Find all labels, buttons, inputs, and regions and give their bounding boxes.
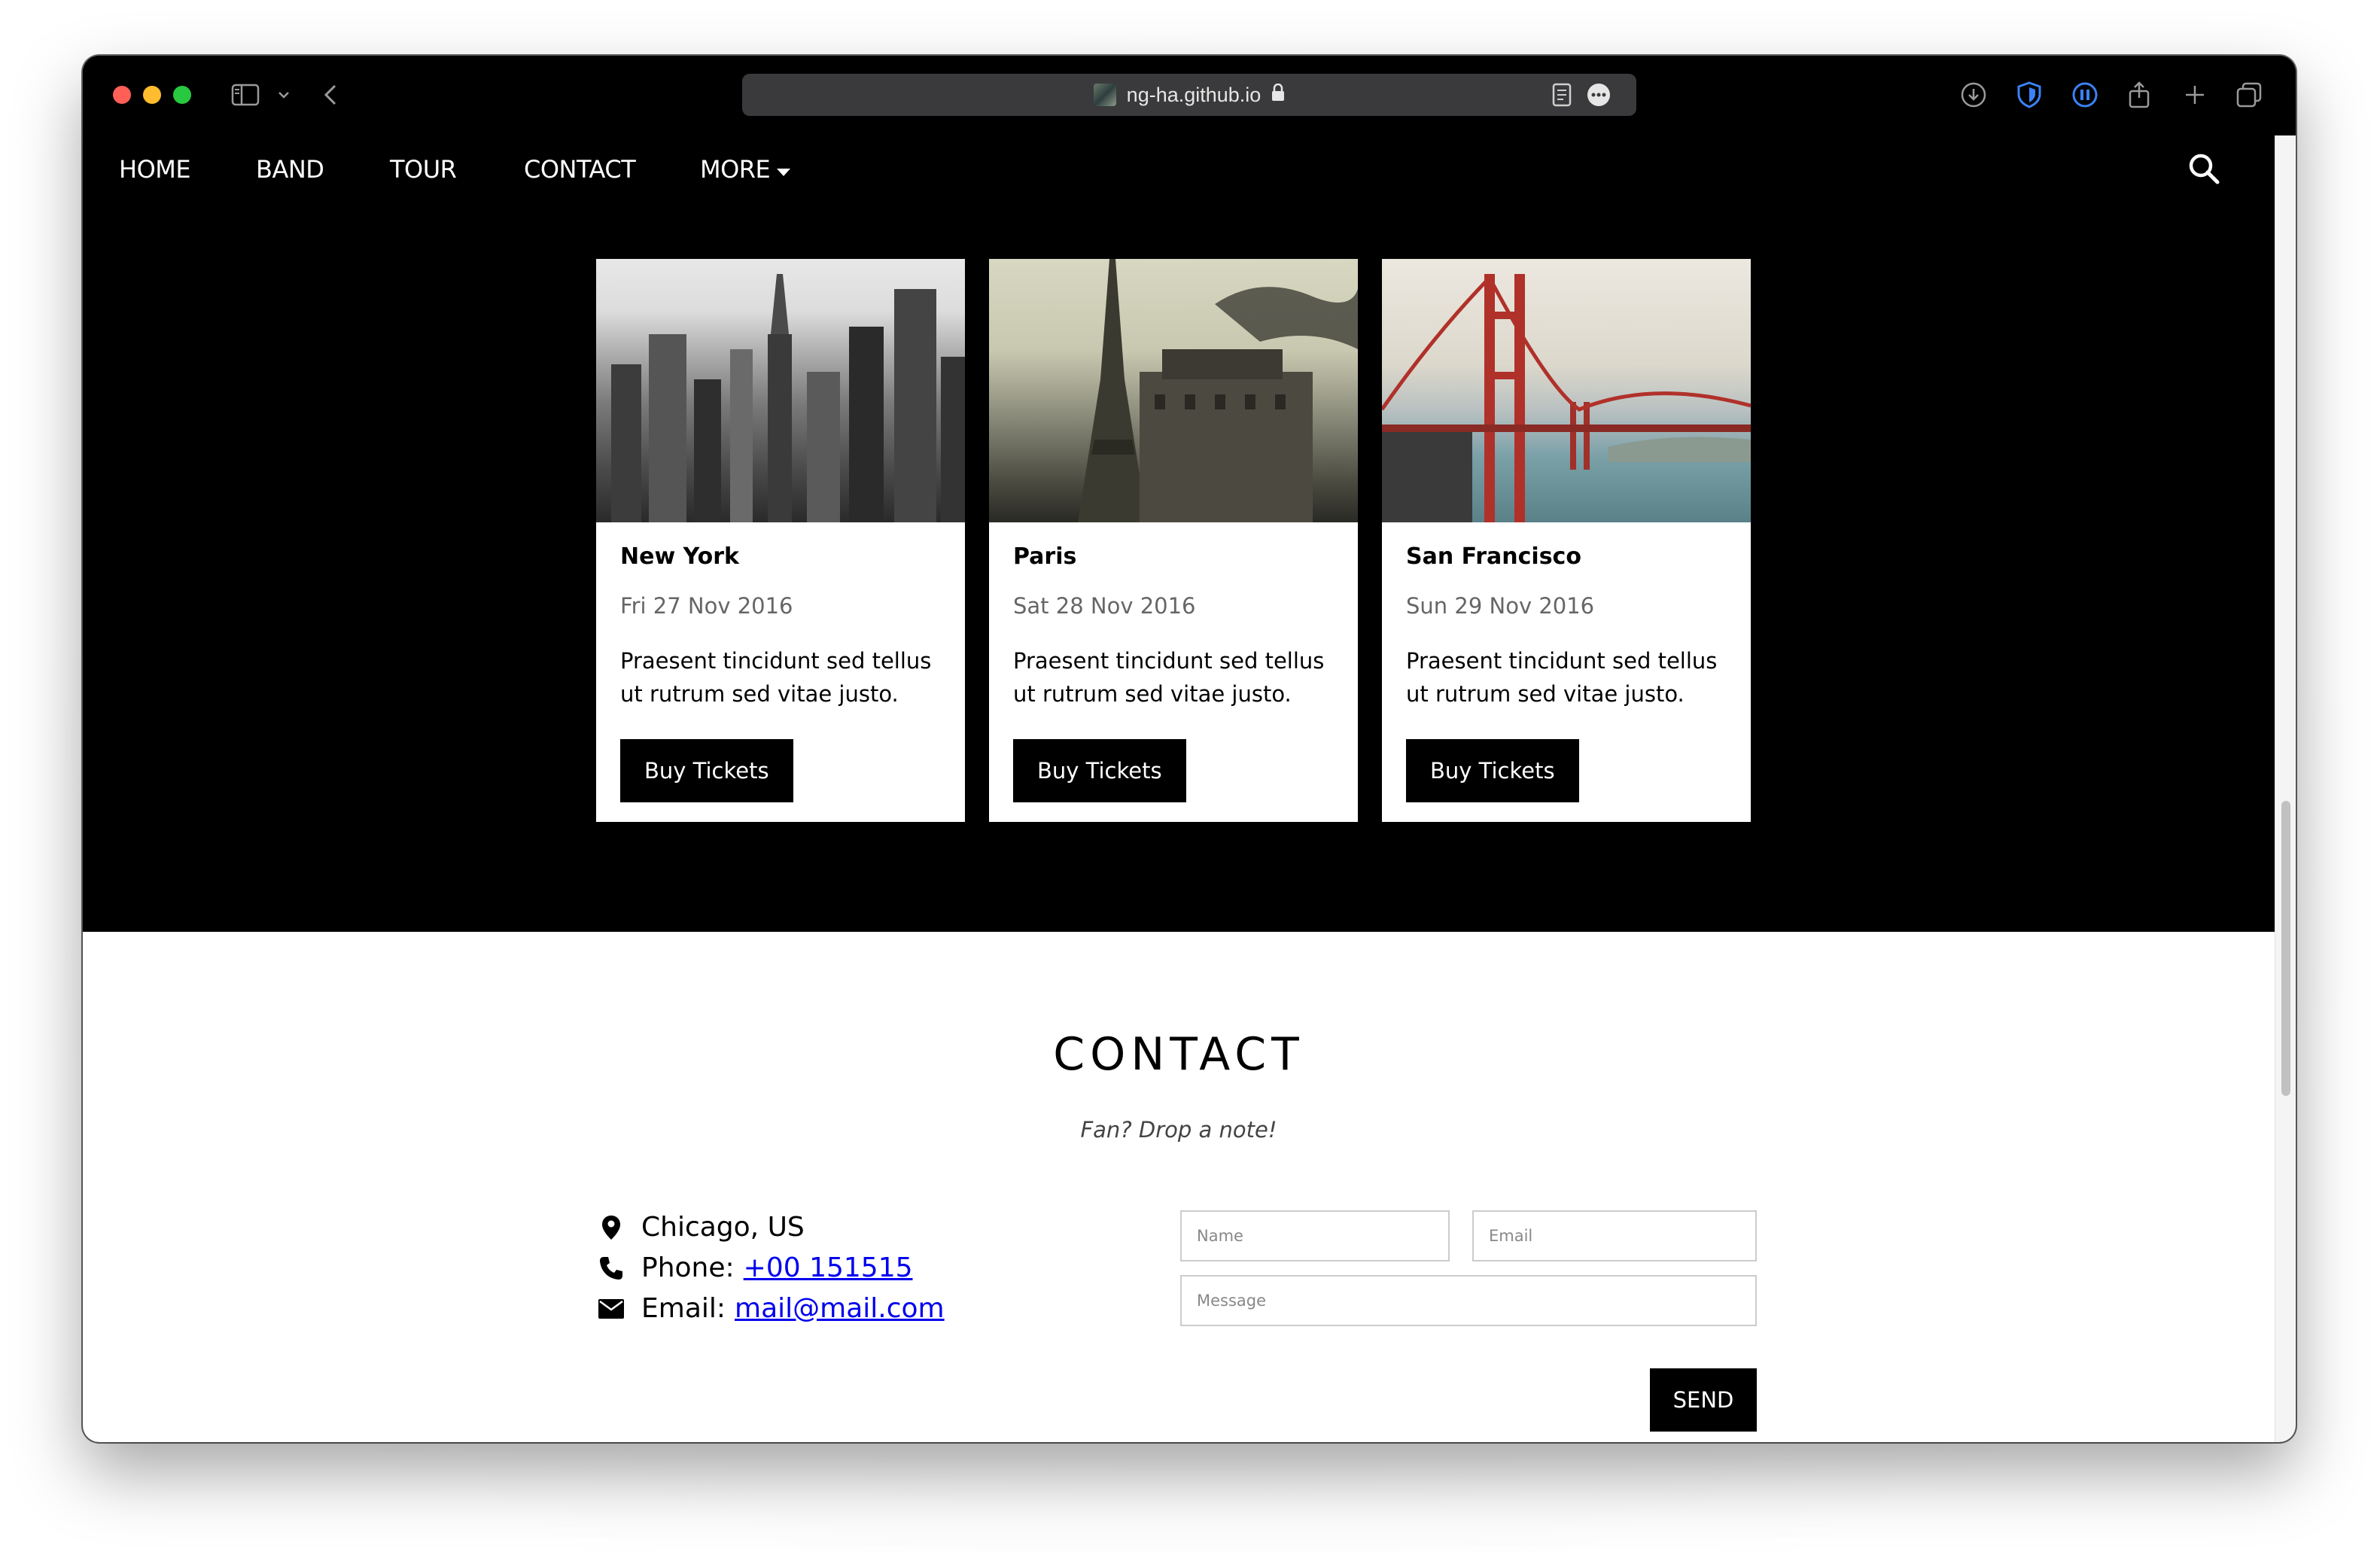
contact-section: CONTACT Fan? Drop a note! Chicago, US Ph… (83, 932, 2275, 1442)
card-description: Praesent tincidunt sed tellus ut rutrum … (620, 648, 932, 707)
nav-more-dropdown[interactable]: MORE (700, 155, 791, 184)
tour-card-new-york: New York Fri 27 Nov 2016 Praesent tincid… (596, 259, 965, 822)
card-description: Praesent tincidunt sed tellus ut rutrum … (1406, 648, 1718, 707)
address-url: ng-ha.github.io (1126, 83, 1262, 106)
buy-tickets-button[interactable]: Buy Tickets (1013, 739, 1186, 802)
card-description: Praesent tincidunt sed tellus ut rutrum … (1013, 648, 1325, 707)
tour-card-paris: Paris Sat 28 Nov 2016 Praesent tincidunt… (989, 259, 1358, 822)
message-field[interactable]: Message (1180, 1275, 1757, 1326)
nav-more-label: MORE (700, 155, 771, 184)
email-row: Email: mail@mail.com (596, 1293, 945, 1324)
buy-tickets-button[interactable]: Buy Tickets (620, 739, 793, 802)
browser-toolbar: ng-ha.github.io (83, 56, 2296, 135)
nav-contact[interactable]: CONTACT (524, 155, 636, 184)
shield-extension-icon[interactable] (2014, 78, 2044, 111)
share-icon[interactable] (2124, 78, 2154, 111)
scrollbar-thumb[interactable] (2281, 801, 2290, 1096)
more-options-icon[interactable] (1587, 83, 1611, 107)
send-button[interactable]: SEND (1650, 1368, 1757, 1432)
sidebar-toggle-icon[interactable] (229, 78, 262, 111)
phone-link[interactable]: +00 151515 (744, 1252, 913, 1283)
location-text: Chicago, US (641, 1212, 805, 1243)
new-tab-icon[interactable] (2180, 78, 2210, 111)
close-window-button[interactable] (113, 86, 131, 104)
site-navbar: HOME BAND TOUR CONTACT MORE (83, 135, 2275, 206)
phone-label: Phone: (641, 1252, 735, 1283)
downloads-icon[interactable] (1958, 78, 1989, 111)
reader-mode-icon[interactable] (1552, 83, 1572, 107)
card-date: Sun 29 Nov 2016 (1406, 593, 1595, 619)
name-field[interactable]: Name (1180, 1210, 1450, 1261)
address-bar[interactable]: ng-ha.github.io (742, 74, 1636, 116)
card-date: Fri 27 Nov 2016 (620, 593, 793, 619)
tab-overview-icon[interactable] (2234, 78, 2264, 111)
san-francisco-photo (1382, 259, 1751, 522)
card-city: San Francisco (1406, 543, 1581, 570)
location-row: Chicago, US (596, 1212, 805, 1243)
site-favicon-icon (1093, 84, 1116, 106)
minimize-window-button[interactable] (143, 86, 161, 104)
paris-photo (989, 259, 1358, 522)
lock-icon (1271, 83, 1285, 107)
nav-band[interactable]: BAND (256, 155, 324, 184)
browser-window: ng-ha.github.io New York Fri 27 Nov 2016… (83, 56, 2296, 1442)
page-content: New York Fri 27 Nov 2016 Praesent tincid… (83, 135, 2275, 1442)
tour-section: New York Fri 27 Nov 2016 Praesent tincid… (83, 135, 2275, 932)
email-label: Email: (641, 1293, 726, 1324)
contact-title: CONTACT (1053, 1028, 1304, 1081)
map-marker-icon (596, 1215, 626, 1240)
page-scrollbar[interactable] (2275, 135, 2296, 1442)
new-york-photo (596, 259, 965, 522)
email-field[interactable]: Email (1472, 1210, 1757, 1261)
contact-subtitle: Fan? Drop a note! (1080, 1117, 1277, 1143)
back-icon[interactable] (319, 78, 342, 111)
search-icon[interactable] (2187, 152, 2220, 188)
chevron-down-icon[interactable] (274, 78, 294, 111)
envelope-icon (596, 1298, 626, 1319)
email-link[interactable]: mail@mail.com (735, 1293, 945, 1324)
phone-row: Phone: +00 151515 (596, 1252, 913, 1283)
nav-home[interactable]: HOME (119, 155, 191, 184)
caret-down-icon (776, 155, 791, 184)
card-date: Sat 28 Nov 2016 (1013, 593, 1196, 619)
card-city: New York (620, 543, 739, 570)
phone-icon (596, 1255, 626, 1281)
tour-card-san-francisco: San Francisco Sun 29 Nov 2016 Praesent t… (1382, 259, 1751, 822)
pause-extension-icon[interactable] (2070, 78, 2100, 111)
maximize-window-button[interactable] (173, 86, 191, 104)
card-city: Paris (1013, 543, 1077, 570)
buy-tickets-button[interactable]: Buy Tickets (1406, 739, 1579, 802)
nav-tour[interactable]: TOUR (390, 155, 457, 184)
